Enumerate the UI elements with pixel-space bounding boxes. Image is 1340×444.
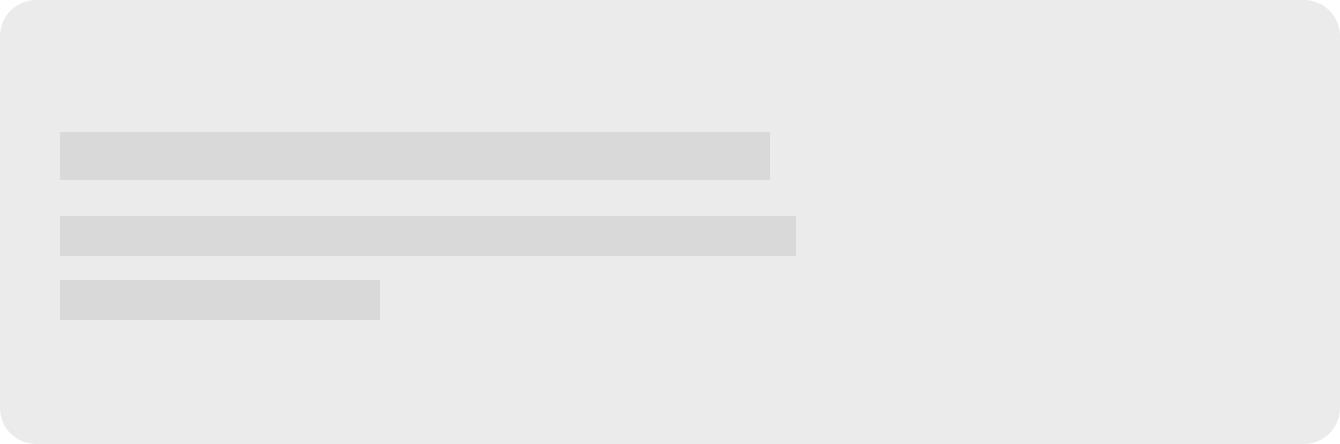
skeleton-text-line-short-placeholder (60, 280, 380, 320)
skeleton-loading-card (0, 0, 1340, 444)
skeleton-title-placeholder (60, 132, 770, 180)
skeleton-text-line-placeholder (60, 216, 796, 256)
